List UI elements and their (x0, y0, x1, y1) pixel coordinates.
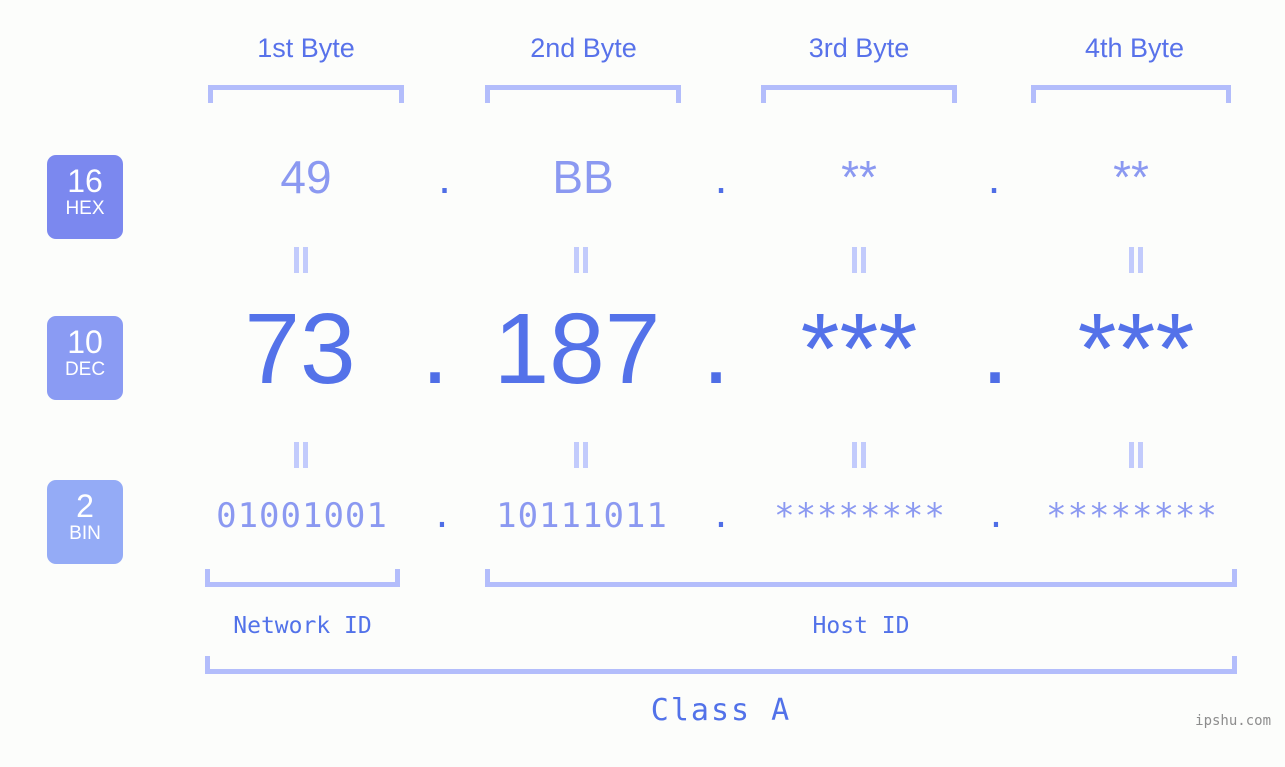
equality-mark-dec-bin-4 (1127, 442, 1145, 468)
equality-mark-hex-dec-4 (1127, 247, 1145, 273)
radix-badge-bin-number: 2 (76, 488, 94, 524)
equality-mark-dec-bin-3 (850, 442, 868, 468)
bin-octet-1: 01001001 (216, 496, 388, 536)
bin-octet-3: ******** (774, 496, 946, 536)
hex-separator-1: . (438, 151, 451, 203)
byte-header-3: 3rd Byte (808, 33, 910, 63)
bin-octet-4: ******** (1046, 496, 1218, 536)
radix-badge-hex-abbr: HEX (65, 198, 105, 219)
byte-bracket-top-4 (1031, 85, 1231, 103)
network-id-label: Network ID (233, 613, 372, 639)
radix-badge-dec-number: 10 (67, 324, 103, 360)
radix-badge-hex: 16 HEX (47, 155, 123, 239)
dec-octet-1: 73 (244, 293, 356, 405)
byte-header-4: 4th Byte (1084, 33, 1185, 63)
hex-separator-3: . (987, 151, 1001, 203)
bin-octet-2: 10111011 (496, 496, 668, 536)
hex-separator-2: . (714, 151, 728, 203)
host-id-bracket (485, 569, 1237, 587)
byte-bracket-top-3 (761, 85, 957, 103)
dec-octet-3: *** (800, 293, 918, 405)
dec-octet-2: 187 (493, 293, 661, 405)
class-bracket (205, 656, 1237, 674)
equality-mark-dec-bin-2 (572, 442, 590, 468)
bin-separator-3: . (985, 496, 1007, 536)
watermark: ipshu.com (1195, 713, 1271, 729)
network-id-bracket (205, 569, 400, 587)
equality-mark-hex-dec-1 (292, 247, 310, 273)
equality-mark-hex-dec-2 (572, 247, 590, 273)
dec-octet-4: *** (1077, 293, 1195, 405)
hex-octet-1: 49 (280, 151, 332, 203)
byte-header-1: 1st Byte (257, 33, 355, 63)
bin-separator-2: . (710, 496, 732, 536)
equality-mark-dec-bin-1 (292, 442, 310, 468)
radix-badge-dec: 10 DEC (47, 316, 123, 400)
ip-address-breakdown-diagram: 1st Byte 2nd Byte 3rd Byte 4th Byte 16 H… (0, 0, 1285, 767)
radix-badge-dec-abbr: DEC (64, 359, 106, 380)
byte-bracket-top-2 (485, 85, 681, 103)
byte-bracket-top-1 (208, 85, 404, 103)
hex-octet-2: BB (552, 151, 614, 203)
byte-header-2: 2nd Byte (530, 33, 637, 63)
radix-badge-bin-abbr: BIN (69, 523, 101, 544)
host-id-label: Host ID (812, 613, 910, 639)
class-label: Class A (650, 693, 792, 728)
dec-separator-1: . (421, 293, 449, 405)
equality-mark-hex-dec-3 (850, 247, 868, 273)
hex-octet-4: ** (1113, 151, 1149, 203)
hex-octet-3: ** (841, 151, 877, 203)
radix-badge-hex-number: 16 (67, 163, 103, 199)
radix-badge-bin: 2 BIN (47, 480, 123, 564)
bin-separator-1: . (431, 496, 453, 536)
